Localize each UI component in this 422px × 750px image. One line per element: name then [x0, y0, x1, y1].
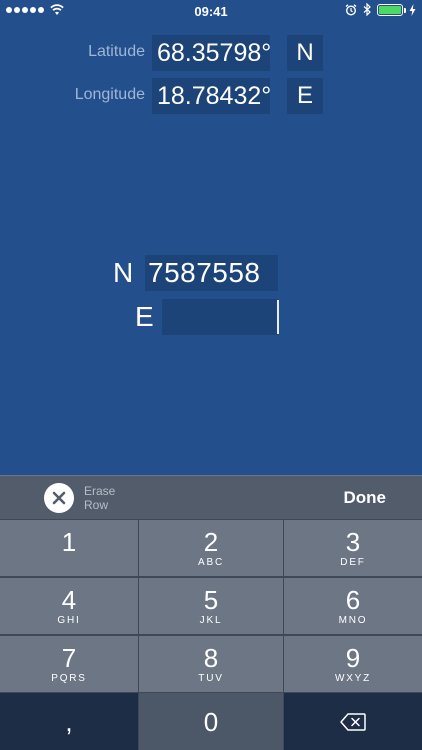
- key-digit: 1: [61, 526, 77, 557]
- key-digit: 9: [345, 642, 361, 673]
- key-digit: 7: [61, 642, 77, 673]
- comma-key[interactable]: ,: [0, 693, 138, 750]
- latitude-value-field[interactable]: 68.35798°: [152, 35, 271, 71]
- key-digit: 2: [203, 526, 219, 557]
- key-letters: MNO: [338, 614, 368, 626]
- latitude-hemisphere-button[interactable]: N: [287, 35, 323, 71]
- key-digit: 0: [203, 706, 219, 737]
- status-right: [345, 3, 416, 16]
- key-letters: ABC: [198, 556, 224, 568]
- key-letters: DEF: [340, 556, 366, 568]
- erase-row-label: Erase Row: [84, 484, 124, 512]
- keyboard-toolbar: Erase Row Done: [0, 475, 422, 519]
- erase-label-line1: Erase: [84, 484, 116, 498]
- utm-east-letter: E: [135, 301, 154, 332]
- key-5[interactable]: 5 JKL: [139, 578, 283, 634]
- bluetooth-icon: [363, 3, 371, 16]
- key-8[interactable]: 8 TUV: [139, 636, 283, 692]
- utm-east-field[interactable]: [162, 299, 278, 335]
- longitude-hemisphere-button[interactable]: E: [287, 78, 323, 114]
- charging-icon: [409, 3, 416, 16]
- latitude-row: Latitude 68.35798° N: [0, 35, 422, 71]
- key-digit: 3: [345, 526, 361, 557]
- longitude-label: Longitude: [74, 86, 145, 103]
- key-3[interactable]: 3 DEF: [284, 520, 422, 576]
- alarm-icon: [345, 3, 357, 16]
- longitude-value-field[interactable]: 18.78432°: [152, 78, 271, 114]
- text-cursor: [277, 300, 279, 334]
- erase-row-button[interactable]: Erase Row: [44, 483, 124, 513]
- key-6[interactable]: 6 MNO: [284, 578, 422, 634]
- key-0[interactable]: 0: [139, 693, 283, 750]
- status-bar: 09:41: [0, 0, 422, 22]
- numeric-keypad: 1 2 ABC 3 DEF 4 GHI 5 JKL 6 MNO 7 PQRS 8…: [0, 519, 422, 750]
- battery-icon: [377, 3, 406, 16]
- key-letters: PQRS: [51, 672, 87, 684]
- key-digit: 4: [61, 584, 77, 615]
- key-letters: JKL: [199, 614, 223, 626]
- key-7[interactable]: 7 PQRS: [0, 636, 138, 692]
- battery-nub: [404, 7, 406, 13]
- key-letters: GHI: [57, 614, 81, 626]
- key-letters: WXYZ: [334, 672, 372, 684]
- key-digit: 6: [345, 584, 361, 615]
- key-9[interactable]: 9 WXYZ: [284, 636, 422, 692]
- close-circle-icon: [44, 483, 74, 513]
- key-4[interactable]: 4 GHI: [0, 578, 138, 634]
- key-digit: 5: [203, 584, 219, 615]
- backspace-icon: [340, 712, 366, 731]
- key-digit: 8: [203, 642, 219, 673]
- backspace-key[interactable]: [284, 693, 422, 750]
- key-2[interactable]: 2 ABC: [139, 520, 283, 576]
- battery-fill: [379, 5, 401, 14]
- comma-label: ,: [65, 706, 73, 737]
- latitude-label: Latitude: [88, 43, 145, 60]
- erase-label-line2: Row: [84, 498, 109, 512]
- key-letters: TUV: [198, 672, 224, 684]
- key-1[interactable]: 1: [0, 520, 138, 576]
- longitude-row: Longitude 18.78432° E: [0, 78, 422, 114]
- utm-north-letter: N: [113, 257, 134, 288]
- utm-north-field[interactable]: 7587558: [145, 255, 278, 291]
- done-button[interactable]: Done: [344, 488, 387, 508]
